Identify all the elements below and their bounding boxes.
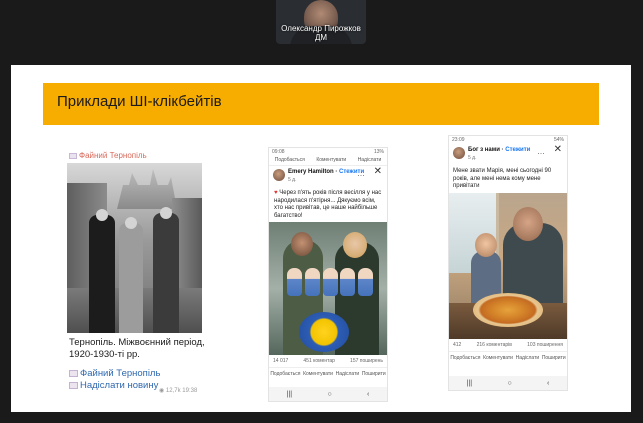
post-author[interactable]: Emery Hamilton · Стежити [288,169,364,175]
example1-caption: Тернопіль. Міжвоєнний період, 1920-1930-… [69,337,205,360]
example1-link-channel-label: Файний Тернопіль [80,368,161,379]
old-man-head [513,206,543,241]
flag-icon [69,152,77,159]
example1-views: ◉ 12,7k 19:38 [159,387,197,394]
top-send[interactable]: Надіслати [358,157,382,163]
baby [304,268,320,296]
person-man-right [153,213,179,333]
shares-count: 157 поширень [350,358,383,364]
example1-link-channel[interactable]: Файний Тернопіль [69,368,160,380]
post-time: 5 д. [288,177,297,183]
status-bar: 23:09 54% [449,136,567,144]
comments-count: 216 коментарів [476,341,512,348]
home-icon[interactable]: ○ [327,391,331,398]
person-man-left [89,215,115,333]
status-time: 09:08 [272,149,285,155]
example2-photo [269,222,387,355]
post-counts: 14 017 451 коментар 157 поширень [269,355,387,367]
status-bar: 09:08 13% [269,148,387,156]
status-time: 23:09 [452,137,465,143]
flag-icon [69,369,78,377]
heart-icon: ♥ [274,190,278,196]
comment-button[interactable]: Коментувати [303,371,333,377]
example2-phone: 09:08 13% Подобається Коментувати Надісл… [268,147,388,402]
father-head [291,232,313,256]
slide-title: Приклади ШІ-клікбейтів [57,93,222,110]
post-header: Бог з нами · Стежити 5 д. … ✕ [449,144,567,166]
android-nav-bar: ||| ○ ‹ [269,387,387,401]
shared-slide: Приклади ШІ-клікбейтів Файний Тернопіль … [11,65,631,412]
avatar[interactable] [273,169,285,181]
post-author-label: Бог з нами [468,147,500,153]
home-icon[interactable]: ○ [507,380,511,387]
mother-head [343,232,367,258]
baby [340,268,356,296]
slide-title-bar: Приклади ШІ-клікбейтів [43,83,599,125]
speaker-name: Олександр Пирожков ДМ [281,24,361,42]
post-time: 5 д. [468,155,477,161]
android-nav-bar: ||| ○ ‹ [449,376,567,390]
share-button[interactable]: Поширити [542,355,566,361]
post-text-body: Через п'ять років після весілля у нас на… [274,190,382,219]
likes-count: 412 [453,341,462,348]
post-counts: 412 216 коментарів 103 поширення [449,339,567,351]
babies [287,268,373,296]
top-comment[interactable]: Коментувати [316,157,346,163]
send-button[interactable]: Надіслати [516,355,540,361]
example1-channel: Файний Тернопіль [69,151,147,160]
top-reaction-bar: Подобається Коментувати Надіслати [269,156,387,166]
baby [287,268,302,296]
head-3 [160,207,172,219]
shares-count: 103 поширення [527,341,563,348]
recents-icon[interactable]: ||| [467,380,472,387]
back-icon[interactable]: ‹ [547,380,549,387]
example1-link-send[interactable]: Надіслати новину [69,380,160,392]
post-actions: Подобається Коментувати Надіслати Пошири… [269,367,387,380]
castle-shape [117,169,177,209]
example3-phone: 23:09 54% Бог з нами · Стежити 5 д. … ✕ … [448,135,568,391]
bouquet [299,312,349,352]
post-text: ♥ Через п'ять років після весілля у нас … [269,188,387,222]
comment-button[interactable]: Коментувати [483,355,513,361]
like-button[interactable]: Подобається [270,371,300,377]
pizza [473,292,543,327]
top-like[interactable]: Подобається [275,157,305,163]
person-woman [119,223,143,333]
example1-links: Файний Тернопіль Надіслати новину [69,368,160,392]
speaker-video-tile[interactable]: Олександр Пирожков ДМ [276,0,366,44]
boy-head [475,232,497,257]
send-button[interactable]: Надіслати [336,371,360,377]
head-2 [125,217,137,229]
example1-views-label: 12,7k 19:38 [165,388,198,394]
eye-icon: ◉ [159,388,165,394]
post-actions: Подобається Коментувати Надіслати Пошири… [449,350,567,364]
example1-link-send-label: Надіслати новину [80,380,159,391]
post-header: Emery Hamilton · Стежити 5 д. … ✕ [269,166,387,188]
example1-photo [67,163,202,333]
status-battery: 54% [553,137,564,143]
mail-icon [69,381,78,389]
baby [322,268,338,296]
close-icon[interactable]: ✕ [554,144,562,155]
follow-button[interactable]: Стежити [505,147,530,153]
status-battery: 13% [373,149,384,155]
example3-photo [449,192,567,339]
baby [358,268,373,296]
back-icon[interactable]: ‹ [367,391,369,398]
example1-channel-label: Файний Тернопіль [79,151,147,160]
likes-count: 14 017 [273,358,289,364]
share-button[interactable]: Поширити [362,371,386,377]
post-author[interactable]: Бог з нами · Стежити [468,147,530,153]
meeting-screen: Олександр Пирожков ДМ Приклади ШІ-клікбе… [0,0,643,423]
head-1 [96,209,108,221]
more-icon[interactable]: … [537,147,545,156]
post-author-label: Emery Hamilton [288,169,334,175]
close-icon[interactable]: ✕ [374,166,382,177]
more-icon[interactable]: … [357,169,365,178]
like-button[interactable]: Подобається [450,355,480,361]
post-text: Мене звати Марія, мені сьогодні 90 років… [453,168,552,189]
recents-icon[interactable]: ||| [287,391,292,398]
comments-count: 451 коментар [303,358,335,364]
avatar[interactable] [453,147,465,159]
